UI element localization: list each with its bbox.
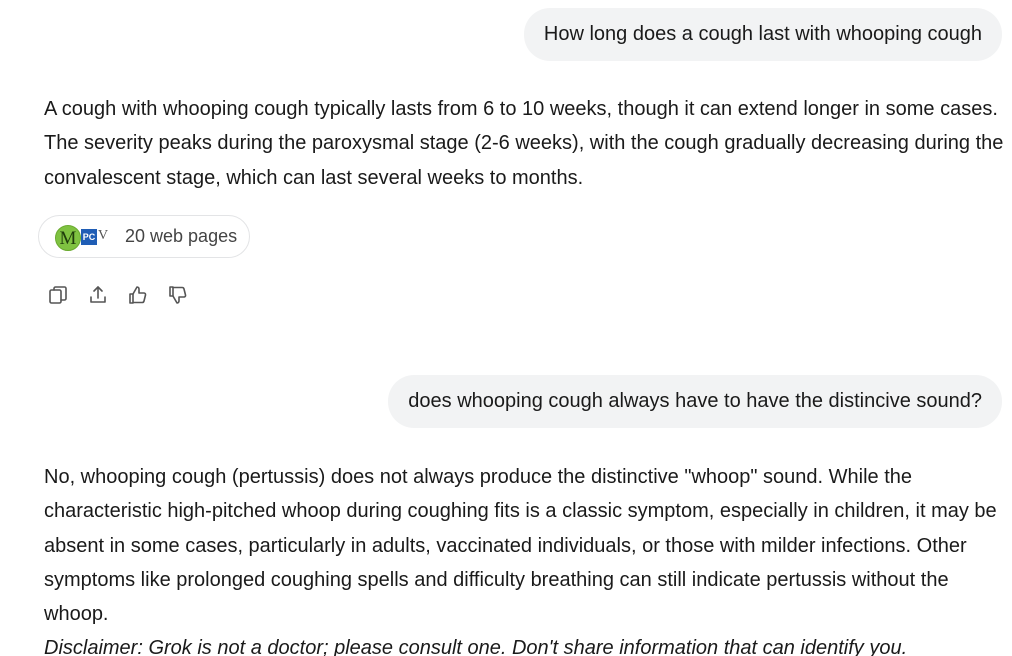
m-favicon-icon: M [55,224,81,251]
sources-label: 20 web pages [125,226,238,246]
assistant-message-2: No, whooping cough (pertussis) does not … [44,460,1004,656]
message-actions [48,285,188,305]
assistant-message-1: A cough with whooping cough typically la… [44,92,1004,195]
sources-button[interactable]: M PC V 20 web pages [38,215,250,258]
chat-page: How long does a cough last with whooping… [0,0,1012,656]
assistant-message-1-text: A cough with whooping cough typically la… [44,98,1004,189]
user-message-1: How long does a cough last with whooping… [523,8,1002,61]
dislike-button[interactable] [168,285,188,305]
pc-favicon-icon: PC [81,228,97,245]
user-message-2: does whooping cough always have to have … [388,375,1002,428]
share-icon [90,286,106,303]
share-button[interactable] [88,285,108,305]
assistant-message-2-text: No, whooping cough (pertussis) does not … [44,466,997,626]
disclaimer-text: Disclaimer: Grok is not a doctor; please… [44,637,908,656]
thumbs-up-icon [129,286,147,304]
user-message-1-text: How long does a cough last with whooping… [543,23,982,45]
copy-icon [49,286,67,304]
v-favicon-icon: V [98,227,109,243]
source-favicons: M PC V [55,223,111,251]
like-button[interactable] [128,285,148,305]
user-message-2-text: does whooping cough always have to have … [408,390,982,412]
copy-button[interactable] [48,285,68,305]
thumbs-down-icon [169,286,187,304]
